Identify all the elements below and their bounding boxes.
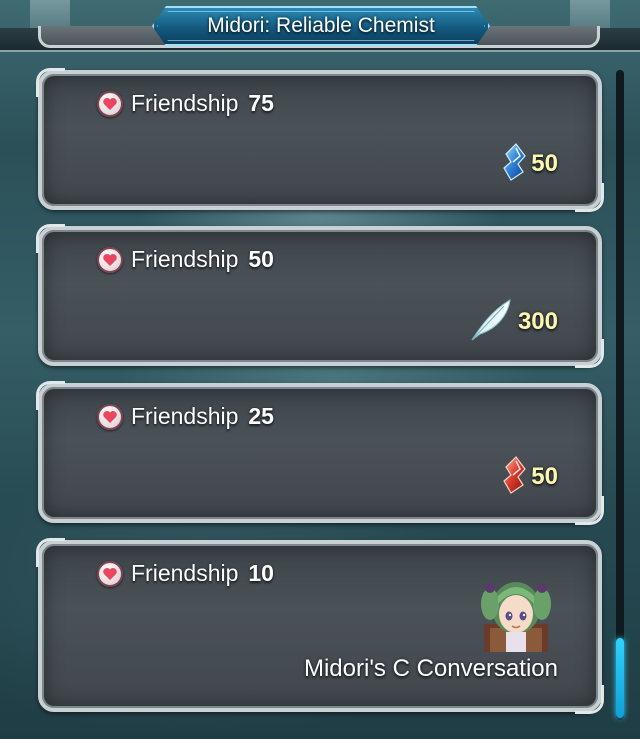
heart-icon	[97, 560, 123, 587]
title-banner: Midori: Reliable Chemist	[152, 6, 490, 46]
friendship-row: Friendship 25	[97, 403, 274, 430]
reward-card-friendship-75[interactable]: Friendship 75 50	[36, 68, 604, 212]
heart-icon	[97, 246, 123, 273]
friendship-row: Friendship 10	[97, 560, 274, 587]
friendship-value: 25	[248, 403, 274, 429]
reward-card-friendship-10[interactable]: Friendship 10 Midori's C Conversation	[36, 538, 604, 714]
reward-card-friendship-50[interactable]: Friendship 50 300	[36, 224, 604, 368]
conversation-reward: Midori's C Conversation	[303, 655, 558, 682]
friendship-value: 75	[248, 90, 274, 116]
scrollbar-thumb[interactable]	[616, 638, 624, 718]
reward: 50	[501, 142, 558, 186]
heart-icon	[97, 403, 123, 430]
reward-amount: 50	[531, 150, 558, 177]
red-orb-icon	[501, 455, 527, 499]
midori-portrait	[476, 566, 556, 652]
friendship-label: Friendship	[131, 90, 239, 116]
friendship-value: 10	[248, 560, 274, 586]
friendship-value: 50	[248, 246, 274, 272]
friendship-row: Friendship 50	[97, 246, 274, 273]
reward-amount: 300	[517, 308, 558, 335]
scrollbar[interactable]	[616, 70, 624, 720]
friendship-row: Friendship 75	[97, 90, 274, 117]
reward: 300	[468, 298, 558, 346]
friendship-label: Friendship	[131, 560, 239, 586]
friendship-label: Friendship	[131, 403, 239, 429]
reward: 50	[501, 455, 558, 499]
blue-orb-icon	[501, 142, 527, 186]
feather-icon	[468, 298, 514, 346]
friendship-label: Friendship	[131, 246, 239, 272]
reward-card-friendship-25[interactable]: Friendship 25 50	[36, 381, 604, 525]
reward-amount: 50	[531, 463, 558, 490]
page-title: Midori: Reliable Chemist	[207, 14, 435, 37]
heart-icon	[97, 90, 123, 117]
